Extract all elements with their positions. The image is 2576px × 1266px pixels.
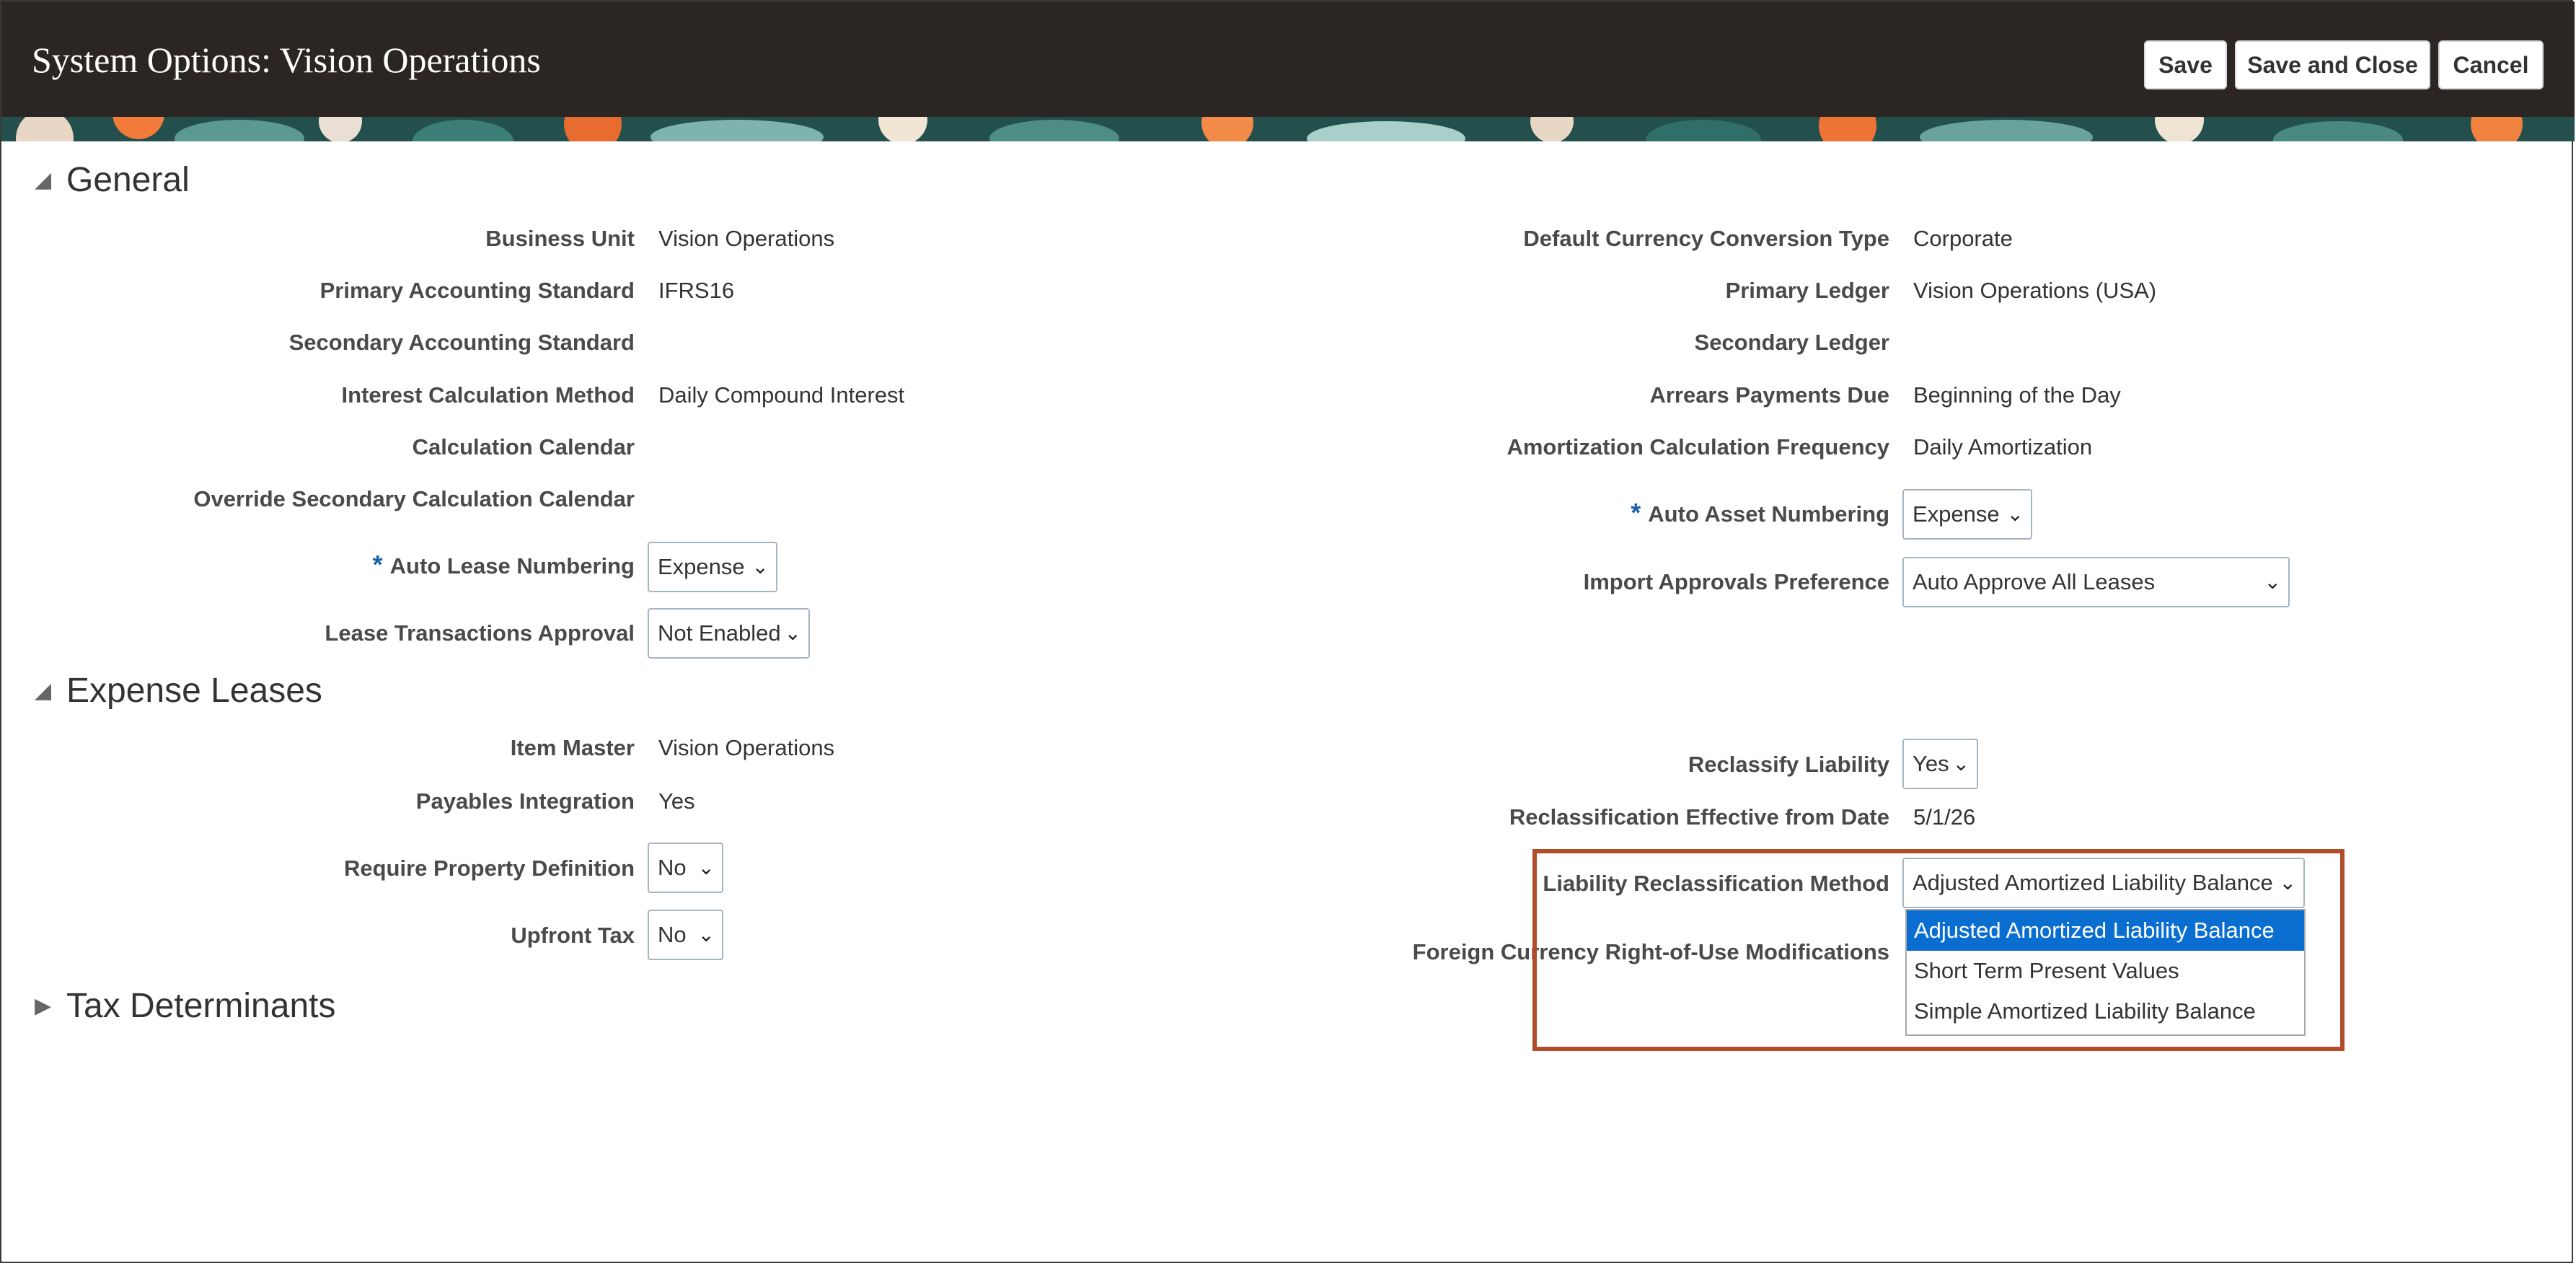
save-and-close-button[interactable]: Save and Close [2235,40,2430,89]
chevron-down-icon: ⌄ [2264,571,2281,593]
auto-asset-numbering-select[interactable]: Expense ⌄ [1902,489,2032,540]
chevron-down-icon: ⌄ [2006,503,2024,525]
auto-asset-numbering-label-text: Auto Asset Numbering [1648,501,1889,527]
page-title: System Options: Vision Operations [32,40,541,80]
reclassification-effective-date-label: Reclassification Effective from Date [1509,804,1889,830]
chevron-down-icon: ⌄ [751,555,769,578]
require-property-definition-select[interactable]: No ⌄ [648,843,723,893]
reclassification-effective-date-value: 5/1/26 [1913,804,1976,830]
page-header: System Options: Vision Operations Save S… [1,1,2575,117]
require-property-definition-value: No [658,855,687,880]
upfront-tax-value: No [658,922,687,947]
amortization-calculation-frequency-label: Amortization Calculation Frequency [1507,434,1889,460]
import-approvals-preference-label: Import Approvals Preference [1583,569,1889,594]
item-master-label: Item Master [510,735,635,760]
require-property-definition-label: Require Property Definition [343,856,635,881]
arrears-payments-due-label: Arrears Payments Due [1649,382,1889,408]
auto-asset-numbering-value: Expense [1913,501,2000,527]
section-expense-leases-title: Expense Leases [66,672,322,710]
section-tax-determinants[interactable]: ▶ Tax Determinants [35,986,335,1026]
section-expense-leases[interactable]: ◢ Expense Leases [35,671,322,711]
business-unit-label: Business Unit [485,226,635,251]
auto-lease-numbering-value: Expense [658,554,745,579]
override-secondary-calendar-label: Override Secondary Calculation Calendar [193,486,635,511]
amortization-calculation-frequency-value: Daily Amortization [1913,434,2093,460]
item-master-value: Vision Operations [658,735,835,760]
lease-transactions-approval-value: Not Enabled [658,620,781,646]
triangle-down-icon[interactable]: ◢ [35,167,66,193]
lease-transactions-approval-label: Lease Transactions Approval [325,620,635,646]
import-approvals-preference-select[interactable]: Auto Approve All Leases ⌄ [1902,557,2290,607]
chevron-down-icon: ⌄ [697,856,715,879]
auto-lease-numbering-label-text: Auto Lease Numbering [389,553,635,579]
section-tax-determinants-title: Tax Determinants [66,987,336,1025]
reclassify-liability-value: Yes [1913,751,1949,776]
default-currency-conversion-type-value: Corporate [1913,226,2013,251]
upfront-tax-label: Upfront Tax [511,923,635,948]
secondary-ledger-label: Secondary Ledger [1694,330,1889,355]
decorative-banner [1,117,2575,141]
reclassify-liability-select[interactable]: Yes ⌄ [1902,739,1978,789]
interest-calculation-method-value: Daily Compound Interest [658,382,905,408]
calculation-calendar-label: Calculation Calendar [412,434,635,460]
import-approvals-preference-value: Auto Approve All Leases [1913,569,2156,594]
reclassify-liability-label: Reclassify Liability [1688,752,1889,777]
default-currency-conversion-type-label: Default Currency Conversion Type [1523,226,1889,251]
cancel-button[interactable]: Cancel [2438,40,2544,89]
section-general[interactable]: ◢ General [35,160,190,200]
required-indicator: * [1631,498,1641,527]
payables-integration-value: Yes [658,788,695,814]
chevron-down-icon: ⌄ [697,923,715,946]
interest-calculation-method-label: Interest Calculation Method [341,382,635,408]
secondary-accounting-standard-label: Secondary Accounting Standard [288,330,635,355]
primary-ledger-label: Primary Ledger [1725,278,1889,303]
lease-transactions-approval-select[interactable]: Not Enabled ⌄ [648,608,810,659]
section-general-title: General [66,161,190,199]
business-unit-value: Vision Operations [658,226,835,251]
save-button[interactable]: Save [2144,40,2227,89]
arrears-payments-due-value: Beginning of the Day [1913,382,2121,408]
primary-ledger-value: Vision Operations (USA) [1913,278,2157,303]
triangle-down-icon[interactable]: ◢ [35,678,66,703]
chevron-down-icon: ⌄ [1952,752,1970,775]
primary-accounting-standard-label: Primary Accounting Standard [319,278,635,303]
upfront-tax-select[interactable]: No ⌄ [648,910,723,960]
required-indicator: * [372,550,383,579]
primary-accounting-standard-value: IFRS16 [658,278,735,303]
auto-lease-numbering-select[interactable]: Expense ⌄ [648,542,777,592]
payables-integration-label: Payables Integration [415,788,635,814]
triangle-right-icon[interactable]: ▶ [35,993,66,1019]
auto-asset-numbering-label: * Auto Asset Numbering [1631,498,1889,528]
auto-lease-numbering-label: * Auto Lease Numbering [373,550,635,580]
chevron-down-icon: ⌄ [784,622,801,644]
highlight-box [1532,849,2345,1051]
